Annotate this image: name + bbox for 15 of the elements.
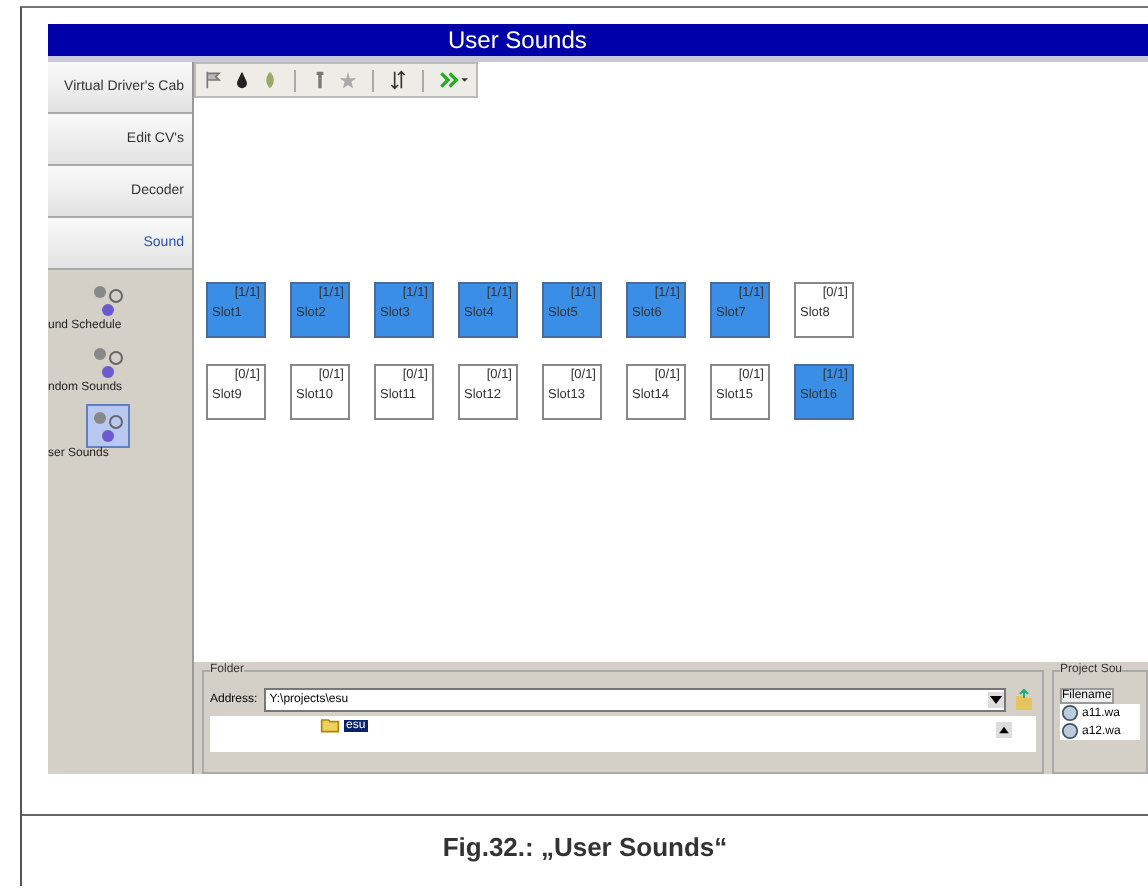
star-icon[interactable] — [338, 70, 358, 90]
leaf-icon[interactable] — [260, 70, 280, 90]
flag-icon[interactable] — [204, 70, 224, 90]
nodes-icon — [88, 280, 128, 320]
scroll-up-icon[interactable] — [996, 722, 1012, 738]
folder-up-icon[interactable] — [1012, 688, 1036, 712]
forward-icon[interactable] — [438, 70, 468, 90]
nodes-icon — [88, 342, 128, 382]
figure-caption: Fig.32.: „User Sounds“ — [22, 814, 1148, 864]
dropdown-icon[interactable] — [988, 692, 1004, 708]
sort-icon[interactable] — [388, 70, 408, 90]
nodes-icon — [86, 404, 130, 448]
window-title: User Sounds — [48, 24, 1148, 62]
drop-icon[interactable] — [232, 70, 252, 90]
folder-icon — [320, 716, 340, 734]
